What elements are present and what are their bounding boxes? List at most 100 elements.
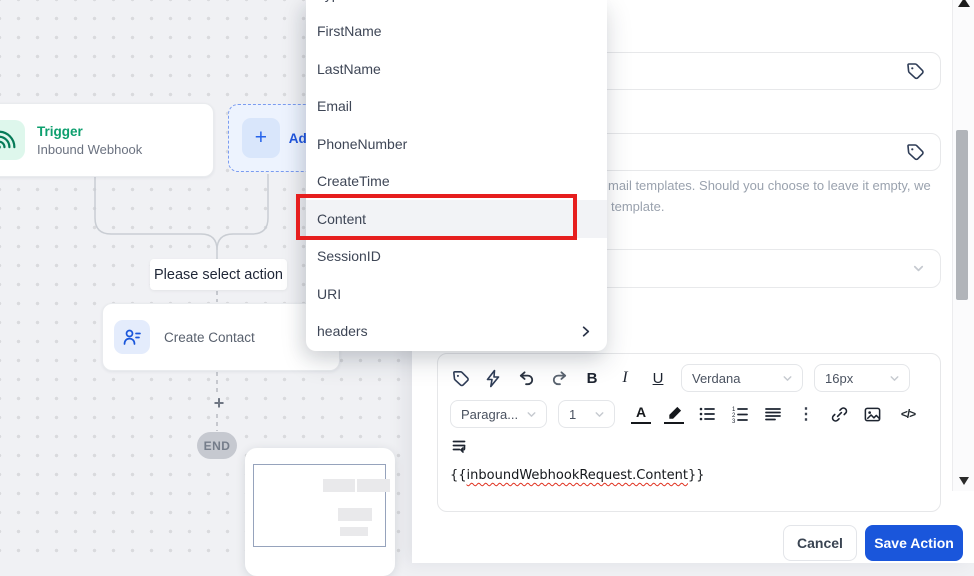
cancel-button[interactable]: Cancel xyxy=(783,525,857,561)
line-height-value: 1 xyxy=(569,406,577,422)
chevron-down-icon xyxy=(890,375,899,381)
numbered-list-icon: 1 2 3 xyxy=(732,407,748,423)
end-badge: END xyxy=(197,432,237,459)
contact-icon xyxy=(114,320,150,354)
scrollbar-thumb[interactable] xyxy=(956,130,968,300)
scroll-up-arrow-icon[interactable] xyxy=(958,0,970,7)
tag-icon xyxy=(452,370,469,386)
chevron-right-icon xyxy=(582,326,590,337)
helper-line-2: template. xyxy=(611,198,665,214)
helper-line-1: mail templates. Should you choose to lea… xyxy=(608,178,931,193)
highlighter-icon xyxy=(668,406,681,419)
editor-content[interactable]: {{inboundWebhookRequest.Content}} xyxy=(450,468,928,483)
merge-close-braces: }} xyxy=(688,468,705,483)
merge-field-dropdown: Type FirstName LastName Email PhoneNumbe… xyxy=(306,0,607,351)
undo-button[interactable] xyxy=(516,367,536,389)
redo-icon xyxy=(552,370,566,385)
text-direction-button[interactable] xyxy=(450,435,470,457)
tag-icon[interactable] xyxy=(905,142,925,162)
menu-item-label: Email xyxy=(317,98,353,115)
font-family-value: Verdana xyxy=(692,370,741,386)
skeleton-bar xyxy=(357,479,390,492)
italic-button[interactable]: I xyxy=(615,367,635,389)
tag-icon[interactable] xyxy=(905,61,925,81)
lightning-icon xyxy=(486,369,500,387)
merge-field-list: Type FirstName LastName Email PhoneNumbe… xyxy=(306,0,607,350)
merge-variable: inboundWebhookRequest.Content xyxy=(466,468,688,483)
align-left-icon xyxy=(765,408,781,421)
underline-button[interactable]: U xyxy=(648,367,668,389)
menu-item-label: Type xyxy=(317,0,347,2)
code-view-button[interactable]: </> xyxy=(895,403,921,425)
bullet-list-icon xyxy=(699,407,715,421)
menu-item-email[interactable]: Email xyxy=(306,88,607,126)
editor-toolbar-row-1: B I U Verdana 16px xyxy=(450,364,928,392)
svg-text:3: 3 xyxy=(732,419,736,423)
menu-item-label: CreateTime xyxy=(317,173,390,190)
menu-item-lastname[interactable]: LastName xyxy=(306,50,607,88)
insert-image-button[interactable] xyxy=(862,403,882,425)
trigger-title: Trigger xyxy=(37,123,83,139)
numbered-list-button[interactable]: 1 2 3 xyxy=(730,403,750,425)
panel-scrollbar[interactable] xyxy=(952,0,974,491)
menu-item-firstname[interactable]: FirstName xyxy=(306,13,607,51)
editor-toolbar-row-2: Paragra... 1 A 1 2 3 ⋮ </> xyxy=(450,400,928,428)
highlight-color-button[interactable] xyxy=(664,404,684,424)
menu-item-label: URI xyxy=(317,285,342,302)
bold-button[interactable]: B xyxy=(582,367,602,389)
link-icon xyxy=(831,406,847,422)
skeleton-bar xyxy=(323,479,355,492)
editor-toolbar-row-3 xyxy=(450,435,928,457)
undo-icon xyxy=(519,370,533,385)
menu-item-label: FirstName xyxy=(317,23,382,40)
menu-item-label: SessionID xyxy=(317,248,381,265)
menu-item-sessionid[interactable]: SessionID xyxy=(306,238,607,276)
minimap-preview[interactable] xyxy=(245,448,395,576)
webhook-icon xyxy=(0,120,25,160)
save-action-button[interactable]: Save Action xyxy=(865,525,963,561)
menu-item-uri[interactable]: URI xyxy=(306,275,607,313)
skeleton-bar xyxy=(340,527,368,536)
skeleton-bar xyxy=(338,508,372,521)
chevron-down-icon xyxy=(527,411,536,417)
more-options-button[interactable]: ⋮ xyxy=(796,403,816,425)
menu-item-type[interactable]: Type xyxy=(306,0,607,13)
create-contact-node[interactable]: Create Contact xyxy=(102,303,340,371)
menu-item-phonenumber[interactable]: PhoneNumber xyxy=(306,125,607,163)
paragraph-style-value: Paragra... xyxy=(461,406,519,422)
chevron-down-icon xyxy=(783,375,792,381)
add-step-plus[interactable]: + xyxy=(205,393,233,414)
menu-item-label: LastName xyxy=(317,60,381,77)
align-button[interactable] xyxy=(763,403,783,425)
merge-open-braces: {{ xyxy=(450,468,467,483)
workflow-builder-screen: { "workflow": { "trigger": { "title": "T… xyxy=(0,0,974,576)
chevron-down-icon xyxy=(595,411,604,417)
quick-action-button[interactable] xyxy=(483,367,503,389)
annotation-red-box xyxy=(296,194,577,240)
redo-button[interactable] xyxy=(549,367,569,389)
paragraph-style-select[interactable]: Paragra... xyxy=(450,400,547,428)
line-height-select[interactable]: 1 xyxy=(558,400,615,428)
add-action-button[interactable]: + Add xyxy=(228,104,316,172)
font-size-value: 16px xyxy=(825,370,854,386)
font-family-select[interactable]: Verdana xyxy=(681,364,803,392)
plus-icon: + xyxy=(242,118,280,158)
menu-item-label: headers xyxy=(317,323,368,340)
text-color-button[interactable]: A xyxy=(631,404,651,424)
select-action-placeholder: Please select action xyxy=(150,259,287,290)
menu-item-headers[interactable]: headers xyxy=(306,313,607,351)
contact-node-label: Create Contact xyxy=(164,329,255,345)
trigger-node[interactable]: Trigger Inbound Webhook xyxy=(0,103,214,177)
text-direction-icon xyxy=(452,440,466,453)
merge-tag-button[interactable] xyxy=(450,367,470,389)
chevron-down-icon xyxy=(913,265,924,272)
link-button[interactable] xyxy=(829,403,849,425)
scroll-down-arrow-icon[interactable] xyxy=(959,477,969,485)
image-icon xyxy=(864,407,880,421)
template-helper-text: mail templates. Should you choose to lea… xyxy=(608,176,931,218)
menu-item-label: PhoneNumber xyxy=(317,135,408,152)
trigger-subtitle: Inbound Webhook xyxy=(37,141,143,157)
bullet-list-button[interactable] xyxy=(697,403,717,425)
font-size-select[interactable]: 16px xyxy=(814,364,910,392)
rich-text-editor: B I U Verdana 16px Paragra... 1 A 1 2 3 … xyxy=(437,353,941,512)
